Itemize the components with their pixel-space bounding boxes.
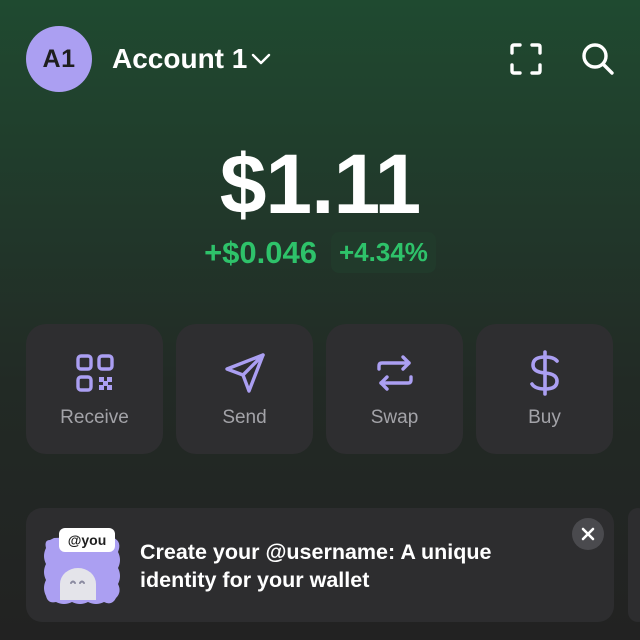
- send-button[interactable]: Send: [176, 324, 313, 454]
- swap-label: Swap: [370, 407, 419, 428]
- chevron-down-icon: [251, 52, 271, 71]
- banner-text: Create your @username: A unique identity…: [140, 540, 492, 592]
- username-illustration: @you: [42, 526, 122, 606]
- receive-label: Receive: [60, 407, 129, 428]
- next-banner-peek: [628, 508, 640, 622]
- close-icon[interactable]: [572, 518, 604, 550]
- dollar-icon: [521, 349, 569, 397]
- send-icon: [221, 349, 269, 397]
- swap-icon: [371, 349, 419, 397]
- send-label: Send: [222, 407, 267, 428]
- header: A1 Account 1: [26, 26, 616, 92]
- change-amount: +$0.046: [204, 234, 317, 270]
- action-buttons: Receive Send Swap Buy: [26, 324, 614, 454]
- search-icon[interactable]: [580, 41, 616, 77]
- swap-button[interactable]: Swap: [326, 324, 463, 454]
- buy-button[interactable]: Buy: [476, 324, 613, 454]
- qr-code-icon: [71, 349, 119, 397]
- buy-label: Buy: [528, 407, 561, 428]
- change-percent-badge: +4.34%: [331, 232, 436, 273]
- scan-icon[interactable]: [508, 41, 544, 77]
- balance-amount: $1.11: [219, 137, 422, 231]
- account-name: Account 1: [112, 43, 248, 74]
- avatar[interactable]: A1: [26, 26, 92, 92]
- account-selector[interactable]: Account 1: [112, 43, 271, 75]
- balance-change: +$0.046 +4.34%: [0, 232, 640, 273]
- username-promo-banner[interactable]: @you Create your @username: A unique ide…: [26, 508, 614, 622]
- receive-button[interactable]: Receive: [26, 324, 163, 454]
- username-tag: @you: [59, 528, 115, 552]
